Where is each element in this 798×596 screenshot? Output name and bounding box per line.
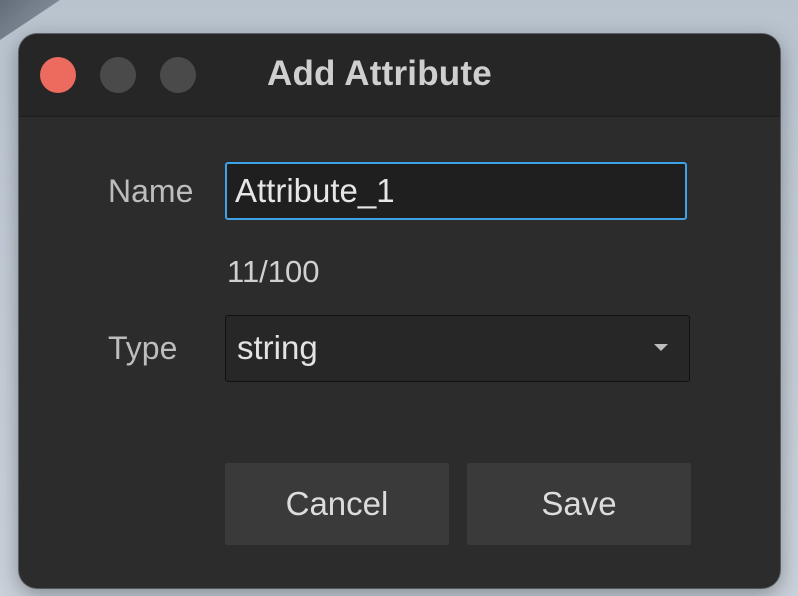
type-selected-value: string bbox=[237, 329, 318, 366]
type-label: Type bbox=[108, 330, 178, 366]
dialog-title: Add Attribute bbox=[267, 54, 492, 93]
close-window-button[interactable] bbox=[40, 57, 76, 93]
title-bar: Add Attribute bbox=[19, 34, 780, 117]
name-label: Name bbox=[108, 173, 194, 209]
cancel-button[interactable]: Cancel bbox=[225, 463, 449, 545]
chevron-down-icon bbox=[654, 344, 668, 351]
save-button[interactable]: Save bbox=[467, 463, 691, 545]
name-input[interactable] bbox=[225, 162, 687, 220]
minimize-window-button[interactable] bbox=[100, 57, 136, 93]
type-select[interactable]: string bbox=[225, 315, 690, 382]
character-count: 11/100 bbox=[227, 254, 320, 289]
zoom-window-button[interactable] bbox=[160, 57, 196, 93]
add-attribute-dialog: Add Attribute Name 11/100 Type string Ca… bbox=[19, 34, 780, 588]
